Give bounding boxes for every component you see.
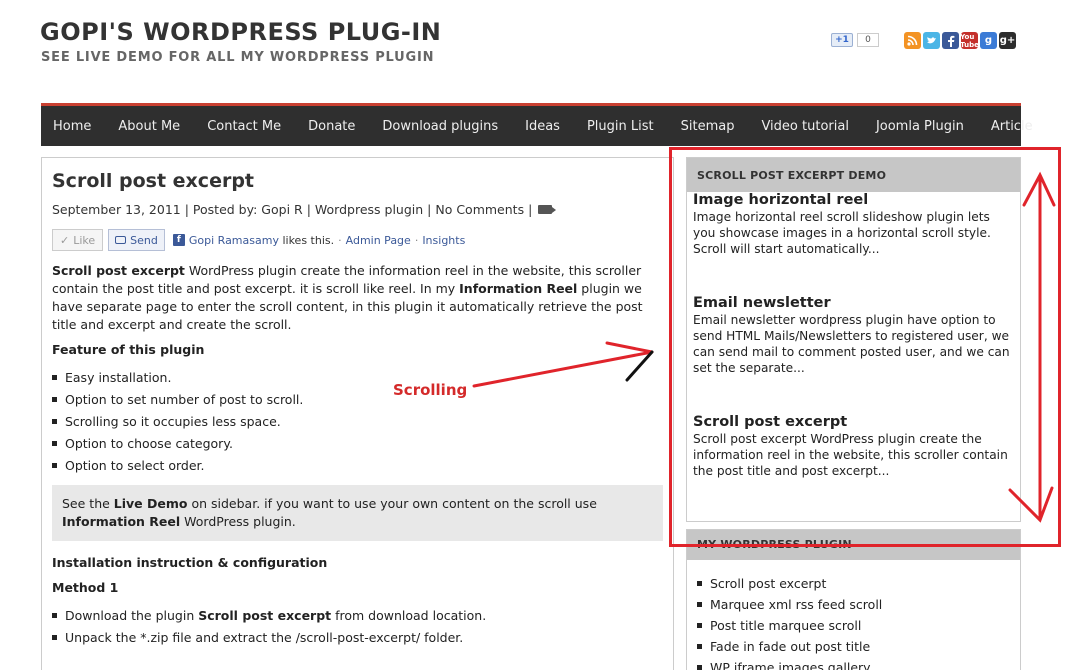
step-bold: Scroll post excerpt: [198, 608, 332, 623]
send-icon: [115, 236, 127, 244]
post-comments-link[interactable]: No Comments: [435, 202, 524, 217]
note-text: See the: [62, 496, 114, 511]
nav-item-ideas[interactable]: Ideas: [512, 119, 574, 134]
meta-separator: |: [427, 202, 432, 217]
list-item[interactable]: Scroll post excerpt: [697, 573, 1010, 594]
plus-one-button[interactable]: +1: [831, 33, 853, 47]
list-item[interactable]: WP iframe images gallery: [697, 657, 1010, 670]
facebook-icon: f: [172, 234, 185, 246]
google-plus-one-widget[interactable]: +1 0: [831, 33, 879, 47]
list-item: Scrolling so it occupies less space.: [52, 411, 663, 433]
scrolling-annotation-label: Scrolling: [393, 381, 468, 399]
fb-send-label: Send: [130, 233, 158, 247]
nav-item-donate[interactable]: Donate: [295, 119, 369, 134]
youtube-icon[interactable]: You Tube: [960, 32, 979, 49]
rss-icon[interactable]: [904, 32, 921, 49]
note-bold: Live Demo: [113, 496, 188, 511]
video-camera-icon: [538, 205, 557, 214]
fb-dot: ·: [414, 233, 419, 247]
facebook-icon[interactable]: [942, 32, 959, 49]
nav-item-sitemap[interactable]: Sitemap: [667, 119, 748, 134]
note-text: WordPress plugin.: [180, 514, 296, 529]
site-title[interactable]: GOPI'S WORDPRESS PLUG-IN: [40, 18, 441, 46]
main-nav: Home About Me Contact Me Donate Download…: [41, 103, 1033, 146]
list-item: Easy installation.: [52, 367, 663, 389]
post-content: Scroll post excerpt September 13, 2011 |…: [41, 157, 674, 670]
install-steps: Download the plugin Scroll post excerpt …: [52, 605, 663, 649]
step-text: Download the plugin: [65, 608, 199, 623]
features-list: Easy installation. Option to set number …: [52, 367, 663, 477]
fb-likes-text: Gopi Ramasamy likes this.: [189, 234, 334, 247]
scroll-item-excerpt: Scroll post excerpt WordPress plugin cre…: [693, 432, 1008, 478]
list-item: Option to set number of post to scroll.: [52, 389, 663, 411]
scroll-item-excerpt: Image horizontal reel scroll slideshow p…: [693, 210, 991, 256]
widget-title: MY WORDPRESS PLUGIN: [687, 530, 1020, 560]
nav-item-plugin-list[interactable]: Plugin List: [573, 119, 667, 134]
intro-bold: Information Reel: [459, 281, 578, 296]
list-item[interactable]: Fade in fade out post title: [697, 636, 1010, 657]
my-plugins-widget: MY WORDPRESS PLUGIN Scroll post excerpt …: [686, 529, 1021, 670]
nav-item-about-me[interactable]: About Me: [105, 119, 194, 134]
fb-likes-this: likes this.: [282, 233, 335, 247]
nav-item-video-tutorial[interactable]: Video tutorial: [748, 119, 862, 134]
nav-item-home[interactable]: Home: [41, 119, 105, 134]
nav-item-download-plugins[interactable]: Download plugins: [369, 119, 512, 134]
fb-like-label: Like: [73, 233, 96, 247]
list-item[interactable]: Post title marquee scroll: [697, 615, 1010, 636]
social-icons: You Tube g g+: [904, 32, 1016, 49]
features-heading: Feature of this plugin: [52, 342, 205, 357]
scroll-item: Email newsletter Email newsletter wordpr…: [687, 295, 1020, 376]
scroll-item-title[interactable]: Email newsletter: [693, 295, 1014, 311]
facebook-social-bar: ✓ Like Send f Gopi Ramasamy likes this. …: [52, 229, 663, 251]
post-author[interactable]: Gopi R: [261, 202, 302, 217]
post-date: September 13, 2011: [52, 202, 181, 217]
list-item: Unpack the *.zip file and extract the /s…: [52, 627, 663, 649]
list-item: Option to choose category.: [52, 433, 663, 455]
google-icon[interactable]: g: [980, 32, 997, 49]
fb-admin-page-link[interactable]: Admin Page: [346, 234, 411, 247]
post-intro: Scroll post excerpt WordPress plugin cre…: [52, 262, 663, 334]
install-heading: Installation instruction & configuration: [52, 555, 328, 570]
post-category[interactable]: Wordpress plugin: [315, 202, 423, 217]
fb-dot: ·: [338, 233, 342, 247]
list-item[interactable]: Marquee xml rss feed scroll: [697, 594, 1010, 615]
nav-item-contact-me[interactable]: Contact Me: [194, 119, 295, 134]
nav-item-article[interactable]: Article: [977, 119, 1046, 134]
scroll-item-title[interactable]: Image horizontal reel: [693, 192, 1014, 208]
plugins-list: Scroll post excerpt Marquee xml rss feed…: [687, 560, 1020, 670]
scroll-item: Image horizontal reel Image horizontal r…: [687, 192, 1020, 257]
scroll-demo-widget: SCROLL POST EXCERPT DEMO Image horizonta…: [686, 157, 1021, 522]
widget-title: SCROLL POST EXCERPT DEMO: [687, 158, 1020, 192]
note-bold: Information Reel: [62, 514, 181, 529]
scroll-item: Scroll post excerpt Scroll post excerpt …: [687, 414, 1020, 479]
live-demo-note: See the Live Demo on sidebar. if you wan…: [52, 485, 663, 541]
fb-send-button[interactable]: Send: [108, 229, 165, 251]
posted-by-label: Posted by:: [192, 202, 258, 217]
intro-bold: Scroll post excerpt: [52, 263, 185, 278]
fb-like-button[interactable]: ✓ Like: [52, 229, 104, 251]
fb-insights-link[interactable]: Insights: [422, 234, 465, 247]
fb-user-link[interactable]: Gopi Ramasamy: [189, 234, 279, 247]
nav-item-joomla-plugin[interactable]: Joomla Plugin: [862, 119, 977, 134]
step-text: from download location.: [331, 608, 487, 623]
list-item: Download the plugin Scroll post excerpt …: [52, 605, 663, 627]
meta-separator: |: [184, 202, 189, 217]
method-heading: Method 1: [52, 580, 119, 595]
scroll-item-title[interactable]: Scroll post excerpt: [693, 414, 1014, 430]
google-plus-icon[interactable]: g+: [999, 32, 1016, 49]
meta-separator: |: [528, 202, 533, 217]
post-meta: September 13, 2011 | Posted by: Gopi R |…: [52, 202, 663, 217]
plus-one-count: 0: [857, 33, 879, 47]
site-tagline: SEE LIVE DEMO FOR ALL MY WORDPRESS PLUGI…: [41, 50, 435, 65]
twitter-icon[interactable]: [923, 32, 940, 49]
meta-separator: |: [306, 202, 311, 217]
note-text: on sidebar. if you want to use your own …: [187, 496, 597, 511]
post-title[interactable]: Scroll post excerpt: [52, 170, 663, 192]
scroll-item-excerpt: Email newsletter wordpress plugin have o…: [693, 313, 1010, 375]
list-item: Option to select order.: [52, 455, 663, 477]
thumbs-up-icon: ✓: [60, 233, 70, 247]
